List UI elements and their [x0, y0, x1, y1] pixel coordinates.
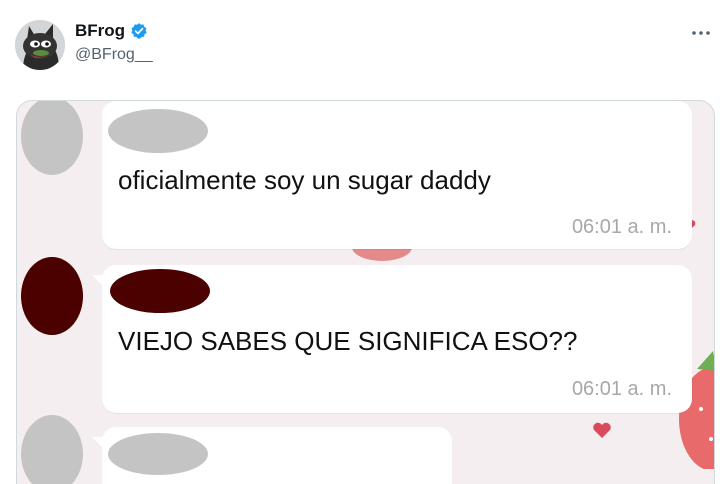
message-text: oficialmente soy un sugar daddy [118, 165, 491, 195]
redacted-sender-name [108, 433, 208, 475]
more-horizontal-icon[interactable] [688, 20, 714, 46]
profile-avatar[interactable] [15, 20, 65, 70]
redacted-avatar [21, 101, 83, 175]
heart-decoration-icon [593, 422, 611, 438]
redacted-sender-name [108, 109, 208, 153]
verified-badge-icon [130, 22, 148, 40]
name-row: BFrog [75, 21, 148, 41]
attached-screenshot[interactable]: oficialmente soy un sugar daddy 06:01 a.… [16, 100, 715, 484]
user-handle[interactable]: @BFrog__ [75, 46, 153, 64]
message-timestamp: 06:01 a. m. [571, 378, 672, 400]
tweet-header: BFrog @BFrog__ [0, 0, 720, 90]
bubble-tail [92, 275, 104, 287]
message-bubble [92, 427, 452, 484]
redacted-avatar [21, 257, 83, 335]
redacted-sender-name [110, 269, 210, 313]
pepe-avatar-image [15, 20, 65, 70]
message-text: VIEJO SABES QUE SIGNIFICA ESO?? [118, 326, 578, 356]
message-bubble: oficialmente soy un sugar daddy 06:01 a.… [102, 101, 692, 249]
message-timestamp: 06:01 a. m. [571, 216, 672, 238]
message-bubble: VIEJO SABES QUE SIGNIFICA ESO?? 06:01 a.… [92, 265, 692, 413]
bubble-tail [92, 437, 104, 449]
redacted-avatar [21, 415, 83, 484]
display-name[interactable]: BFrog [75, 21, 125, 41]
